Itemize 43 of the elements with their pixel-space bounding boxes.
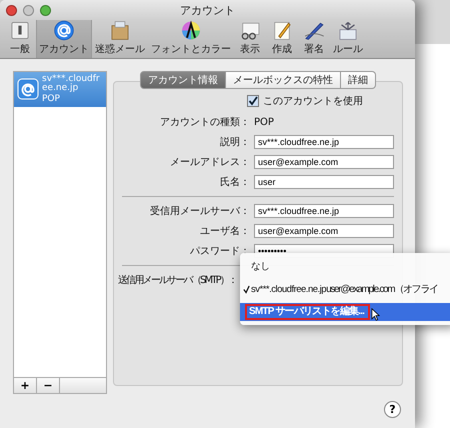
account-type-value: POP xyxy=(254,116,274,128)
menu-item[interactable]: なし xyxy=(240,257,450,275)
window-title: アカウント xyxy=(180,2,235,18)
field-label: パスワード： xyxy=(189,245,251,258)
tab[interactable]: アカウント情報 xyxy=(140,71,226,89)
menu-item[interactable]: sv***.cloudfree.ne.jpuser@example.com（オフライ xyxy=(240,280,450,298)
close-button[interactable] xyxy=(6,4,17,16)
input-field[interactable]: sv***.cloudfree.ne.jp xyxy=(254,204,394,218)
toolbar-item[interactable]: アカウント xyxy=(36,20,92,58)
field-label: 受信用メールサーバ： xyxy=(149,204,251,218)
toolbar-item[interactable]: 表示 xyxy=(234,20,266,58)
field-label: 説明： xyxy=(219,136,251,149)
list-button[interactable]: + xyxy=(14,378,37,393)
list-button[interactable]: − xyxy=(37,378,60,393)
toolbar-item[interactable]: フォントとカラー xyxy=(148,20,234,58)
help-button[interactable]: ? xyxy=(384,401,401,418)
account-type: POP xyxy=(42,94,61,104)
checkmark-icon xyxy=(243,284,250,294)
mouse-cursor-icon xyxy=(371,308,380,321)
toolbar-item[interactable]: ルール xyxy=(330,20,366,58)
menu-item[interactable]: SMTP サーバリストを編集... xyxy=(240,303,450,321)
field-label: アカウントの種類： xyxy=(159,116,251,129)
field-label: 氏名： xyxy=(219,176,251,189)
toolbar-item[interactable]: 一般 xyxy=(4,20,36,58)
toolbar-item[interactable]: 署名 xyxy=(298,20,330,58)
zoom-button[interactable] xyxy=(40,4,51,16)
input-field[interactable]: user xyxy=(254,175,394,189)
checkbox-label: このアカウントを使用 xyxy=(263,95,363,108)
toolbar-item[interactable]: 作成 xyxy=(266,20,298,58)
account-name: sv***.cloudfree.ne.jp xyxy=(42,75,101,94)
toolbar-item[interactable]: 迷惑メール xyxy=(92,20,148,58)
input-field[interactable]: user@example.com xyxy=(254,155,394,169)
checkbox[interactable] xyxy=(247,95,259,107)
tab[interactable]: メールボックスの特性 xyxy=(226,71,341,89)
tab[interactable]: 詳細 xyxy=(341,71,376,89)
minimize-button[interactable] xyxy=(23,4,34,16)
input-field[interactable]: user@example.com xyxy=(254,224,394,238)
field-label: 送信用メールサーバ（SMTP）： xyxy=(118,274,238,287)
at-sign-icon xyxy=(17,78,39,100)
input-field[interactable]: sv***.cloudfree.ne.jp xyxy=(254,135,394,149)
field-label: メールアドレス： xyxy=(169,156,251,169)
field-label: ユーザ名： xyxy=(199,225,251,238)
account-item[interactable]: sv***.cloudfree.ne.jp POP xyxy=(14,72,106,107)
